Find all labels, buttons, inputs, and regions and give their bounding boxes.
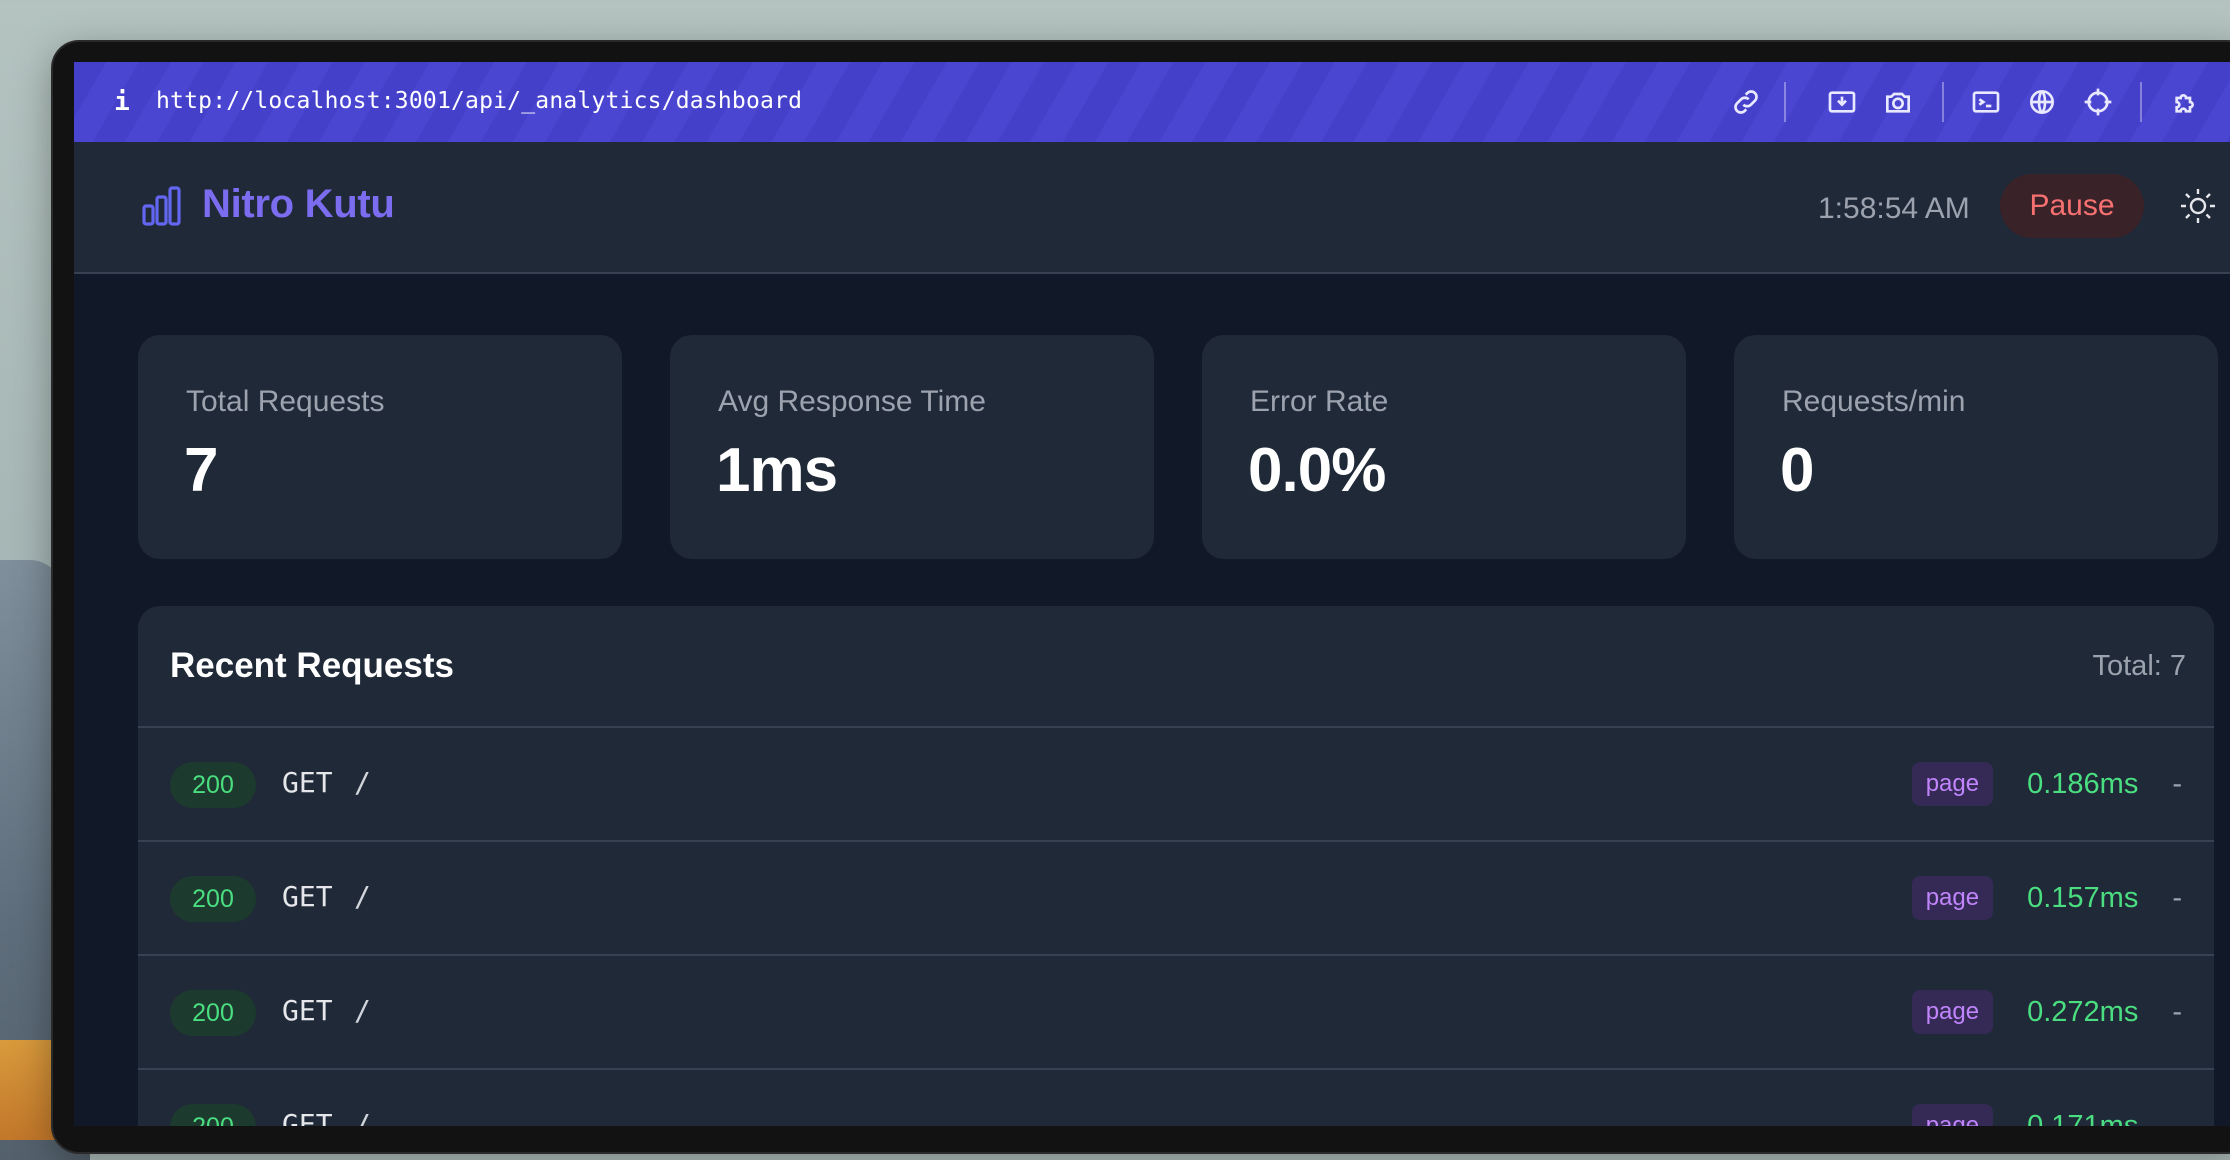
type-badge: page — [1911, 876, 1994, 920]
globe-icon[interactable] — [2024, 84, 2060, 120]
toolbar-divider — [2140, 82, 2142, 122]
url-text[interactable]: http://localhost:3001/api/_analytics/das… — [156, 88, 802, 114]
request-path: / — [354, 994, 371, 1027]
info-icon[interactable]: i — [112, 86, 132, 118]
toolbar-divider — [1942, 82, 1944, 122]
stat-value: 0 — [1780, 436, 1814, 505]
status-badge: 200 — [170, 1104, 256, 1126]
duration: 0.171ms — [2027, 1109, 2139, 1127]
theme-toggle-sun-icon[interactable] — [2178, 186, 2218, 226]
stat-card-requests-per-min: Requests/min 0 — [1734, 335, 2218, 559]
request-row[interactable]: 200 GET / page 0.272ms - — [138, 956, 2214, 1070]
request-method: GET — [282, 766, 333, 799]
app-title: Nitro Kutu — [202, 182, 395, 226]
extra-value: - — [2172, 767, 2182, 800]
type-badge: page — [1911, 990, 1994, 1034]
stat-label: Total Requests — [186, 385, 385, 418]
request-row[interactable]: 200 GET / page 0.157ms - — [138, 842, 2214, 956]
type-badge: page — [1911, 1104, 1994, 1126]
request-row[interactable]: 200 GET / page 0.171ms - — [138, 1070, 2214, 1126]
extra-value: - — [2172, 1109, 2182, 1127]
request-path: / — [354, 880, 371, 913]
stat-card-avg-response-time: Avg Response Time 1ms — [670, 335, 1154, 559]
terminal-icon[interactable] — [1968, 84, 2004, 120]
duration: 0.157ms — [2027, 881, 2139, 914]
stat-label: Avg Response Time — [718, 385, 986, 418]
recent-requests-panel: Recent Requests Total: 7 200 GET / page … — [138, 606, 2214, 1126]
panel-title: Recent Requests — [170, 646, 454, 685]
duration: 0.186ms — [2027, 767, 2139, 800]
stat-card-total-requests: Total Requests 7 — [138, 335, 622, 559]
status-badge: 200 — [170, 876, 256, 922]
extension-icon[interactable] — [2168, 84, 2204, 120]
current-time: 1:58:54 AM — [1818, 192, 1970, 225]
stat-label: Error Rate — [1250, 385, 1389, 418]
url-bar: i http://localhost:3001/api/_analytics/d… — [74, 62, 2230, 142]
link-icon[interactable] — [1728, 84, 1764, 120]
request-path: / — [354, 1108, 371, 1126]
stat-value: 0.0% — [1248, 436, 1386, 505]
stat-value: 7 — [184, 436, 218, 505]
stat-card-error-rate: Error Rate 0.0% — [1202, 335, 1686, 559]
stat-label: Requests/min — [1782, 385, 1966, 418]
request-row[interactable]: 200 GET / page 0.186ms - — [138, 728, 2214, 842]
extra-value: - — [2172, 995, 2182, 1028]
toolbar-divider — [1784, 82, 1786, 122]
browser-window: i http://localhost:3001/api/_analytics/d… — [74, 62, 2230, 1126]
duration: 0.272ms — [2027, 995, 2139, 1028]
total-count: Total: 7 — [2092, 650, 2187, 682]
status-badge: 200 — [170, 990, 256, 1036]
request-method: GET — [282, 1108, 333, 1126]
camera-icon[interactable] — [1880, 84, 1916, 120]
extra-value: - — [2172, 881, 2182, 914]
request-path: / — [354, 766, 371, 799]
pause-button[interactable]: Pause — [2000, 174, 2144, 238]
status-badge: 200 — [170, 762, 256, 808]
bar-chart-icon — [140, 184, 184, 228]
stat-value: 1ms — [716, 436, 838, 505]
type-badge: page — [1911, 762, 1994, 806]
request-method: GET — [282, 880, 333, 913]
responsive-icon[interactable] — [1824, 84, 1860, 120]
crosshair-icon[interactable] — [2080, 84, 2116, 120]
app-header: Nitro Kutu 1:58:54 AM Pause — [74, 142, 2230, 274]
request-method: GET — [282, 994, 333, 1027]
